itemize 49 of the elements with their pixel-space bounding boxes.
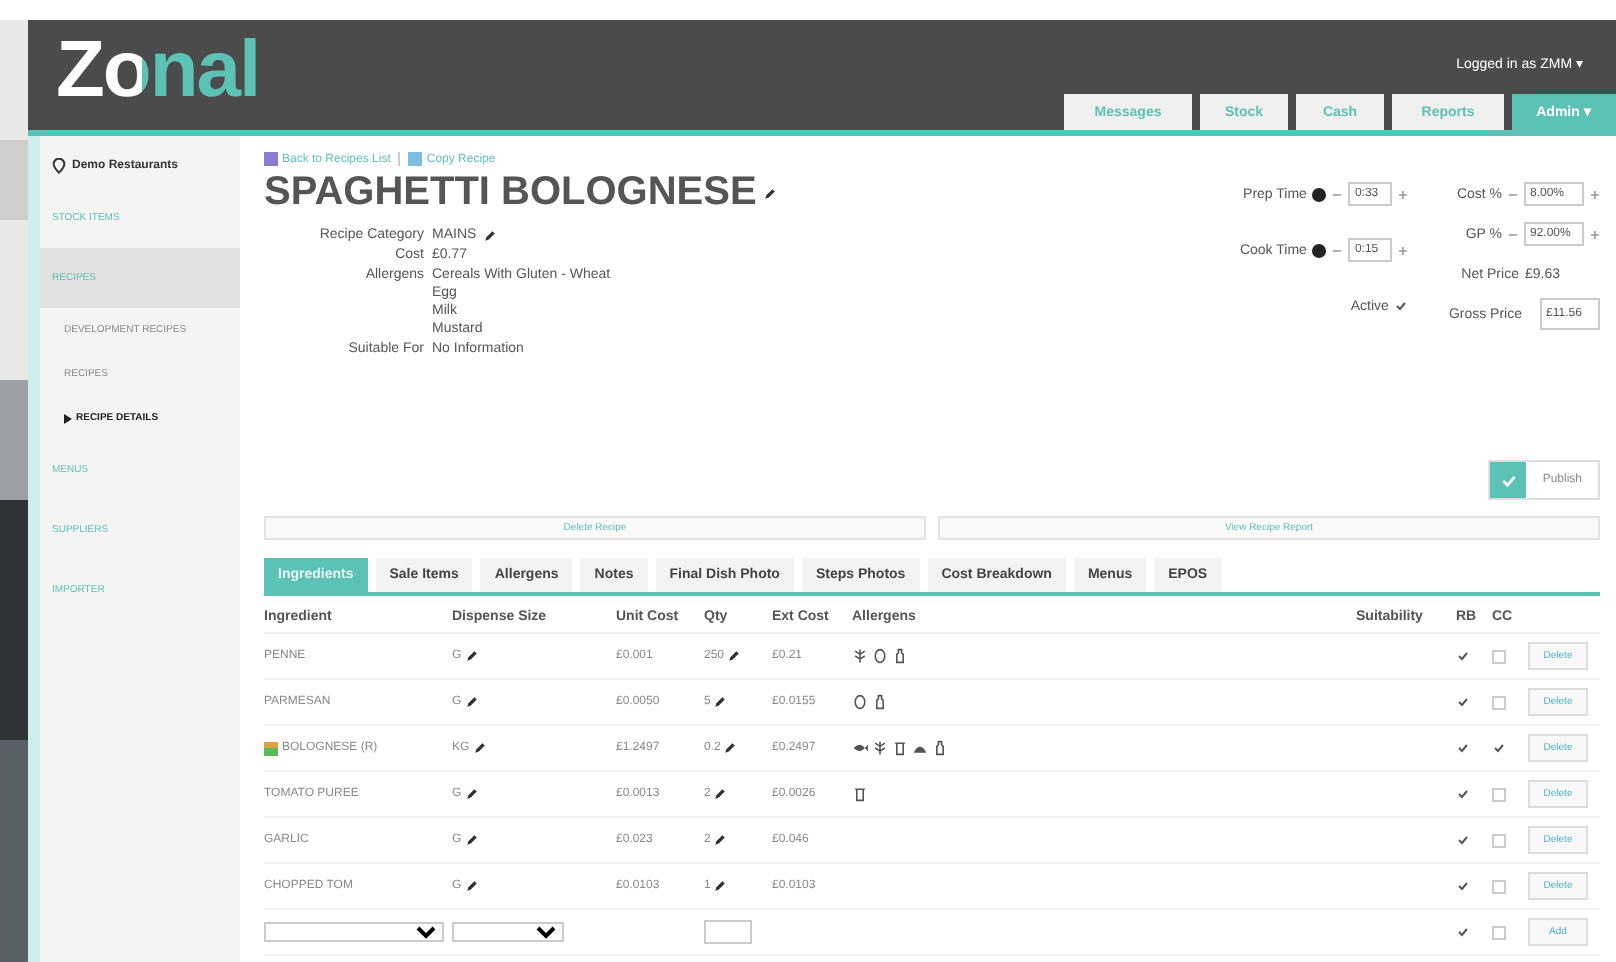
caret-icon	[64, 413, 72, 423]
checkbox[interactable]	[1456, 695, 1470, 709]
edit-icon[interactable]	[465, 788, 478, 800]
checkbox[interactable]	[1456, 649, 1470, 663]
checkbox[interactable]	[1456, 833, 1470, 847]
edit-icon[interactable]	[465, 650, 478, 662]
checkbox[interactable]	[1492, 741, 1506, 755]
checkbox[interactable]	[1456, 787, 1470, 801]
plus-icon[interactable]	[1398, 189, 1409, 199]
qty-field[interactable]	[704, 920, 752, 944]
ingredient-select[interactable]	[264, 922, 444, 942]
grain-icon	[872, 740, 888, 756]
edit-icon[interactable]	[484, 229, 497, 241]
egg-icon	[872, 648, 888, 664]
plus-icon[interactable]	[1590, 189, 1600, 199]
edit-icon[interactable]	[465, 696, 478, 708]
edit-icon[interactable]	[714, 788, 727, 800]
edit-icon[interactable]	[724, 742, 737, 754]
info-icon	[1312, 187, 1327, 201]
location-pin-icon	[52, 158, 66, 174]
checkbox[interactable]	[1456, 741, 1470, 755]
check-icon	[1501, 473, 1516, 487]
checkbox[interactable]	[1456, 925, 1470, 939]
document-icon	[408, 152, 423, 166]
edit-icon[interactable]	[465, 880, 478, 892]
info-icon	[1312, 243, 1327, 257]
checkbox[interactable]	[1456, 879, 1470, 893]
plus-icon[interactable]	[1398, 245, 1409, 255]
edit-icon[interactable]	[714, 696, 727, 708]
checkbox[interactable]	[1394, 299, 1409, 313]
bottle-icon	[872, 694, 888, 710]
jar-icon	[852, 786, 868, 802]
edit-icon[interactable]	[764, 187, 777, 199]
recipe-title: SPAGHETTI BOLOGNESE	[264, 170, 757, 216]
dispense-select[interactable]	[452, 922, 564, 942]
fish-icon	[852, 740, 868, 756]
plus-icon[interactable]	[1590, 229, 1600, 239]
edit-icon[interactable]	[465, 834, 478, 846]
jar-icon	[892, 740, 908, 756]
edit-icon[interactable]	[714, 834, 727, 846]
egg-icon	[852, 694, 868, 710]
edit-icon[interactable]	[714, 880, 727, 892]
document-icon	[264, 152, 278, 166]
grain-icon	[852, 648, 868, 664]
edit-icon[interactable]	[473, 742, 486, 754]
bottle-icon	[892, 648, 908, 664]
recipe-icon	[264, 741, 278, 755]
bottle-icon	[932, 740, 948, 756]
edit-icon[interactable]	[728, 650, 741, 662]
